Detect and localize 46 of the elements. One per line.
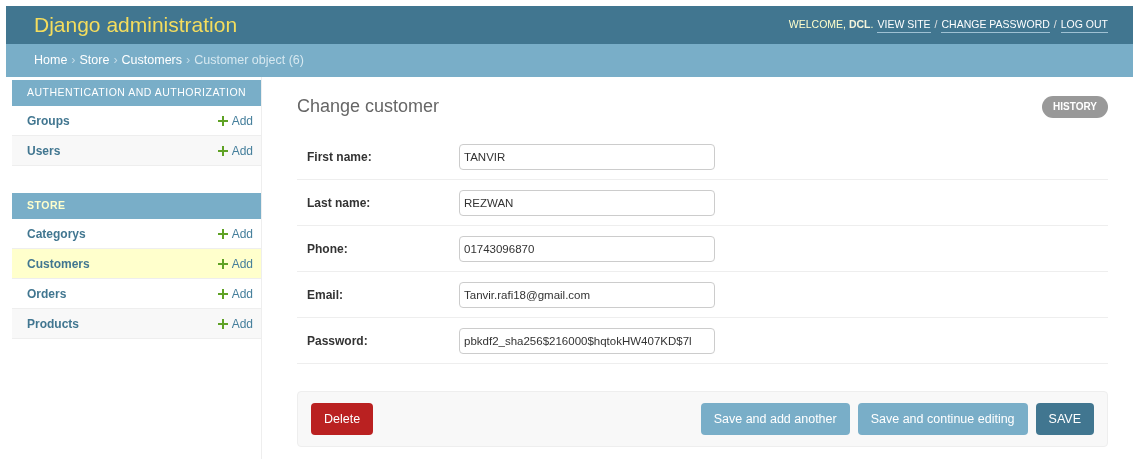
separator-text: / [934, 17, 938, 33]
field-label: Email: [307, 286, 344, 304]
text-input[interactable]: pbkdf2_sha256$216000$hqtokHW407KD$7l [459, 327, 715, 354]
plus-icon [217, 258, 228, 269]
text-input[interactable]: Tanvir.rafi18@gmail.com [459, 281, 715, 308]
plus-icon [217, 228, 228, 239]
add-link[interactable]: Add [217, 254, 253, 273]
breadcrumb-current: Customer object (6) [194, 52, 304, 70]
user-tool-link[interactable]: CHANGE PASSWORD [941, 16, 1050, 34]
sidebar-item[interactable]: Users Add [12, 136, 261, 166]
model-link[interactable]: Products [27, 314, 79, 333]
plus-icon [217, 288, 228, 299]
plus-icon [217, 318, 228, 329]
model-link[interactable]: Groups [27, 111, 70, 130]
text-input[interactable]: 01743096870 [459, 235, 715, 262]
add-link[interactable]: Add [217, 284, 253, 303]
model-link[interactable]: Categorys [27, 224, 86, 243]
add-link[interactable]: Add [217, 224, 253, 243]
breadcrumb-separator: › [71, 52, 76, 70]
field-label: Password: [307, 332, 369, 350]
text-input[interactable]: TANVIR [459, 143, 715, 170]
separator-text: / [1053, 17, 1057, 33]
welcome-text: WELCOME, DCL. [788, 17, 874, 33]
site-title: Django administration [34, 12, 238, 39]
user-tool-link[interactable]: LOG OUT [1060, 16, 1108, 34]
breadcrumb-separator: › [113, 52, 118, 70]
sidebar-item[interactable]: Products Add [12, 309, 261, 339]
field-label: First name: [307, 148, 373, 166]
model-link[interactable]: Customers [27, 254, 90, 273]
plus-icon [217, 115, 228, 126]
field-label: Last name: [307, 194, 372, 212]
sidebar-item[interactable]: Customers Add [12, 249, 261, 279]
add-link[interactable]: Add [217, 314, 253, 333]
page-title: Change customer [297, 95, 440, 118]
add-link[interactable]: Add [217, 111, 253, 130]
history-button[interactable]: HISTORY [1042, 95, 1108, 118]
model-link[interactable]: Orders [27, 284, 67, 303]
plus-icon [217, 145, 228, 156]
model-link[interactable]: Users [27, 141, 61, 160]
add-link[interactable]: Add [217, 141, 253, 160]
user-tool-link[interactable]: VIEW SITE [877, 16, 931, 34]
breadcrumb-separator: › [186, 52, 191, 70]
text-input[interactable]: REZWAN [459, 189, 715, 216]
save-button[interactable]: SAVE [1035, 403, 1094, 435]
field-label: Phone: [307, 240, 349, 258]
delete-button[interactable]: Delete [311, 403, 374, 435]
